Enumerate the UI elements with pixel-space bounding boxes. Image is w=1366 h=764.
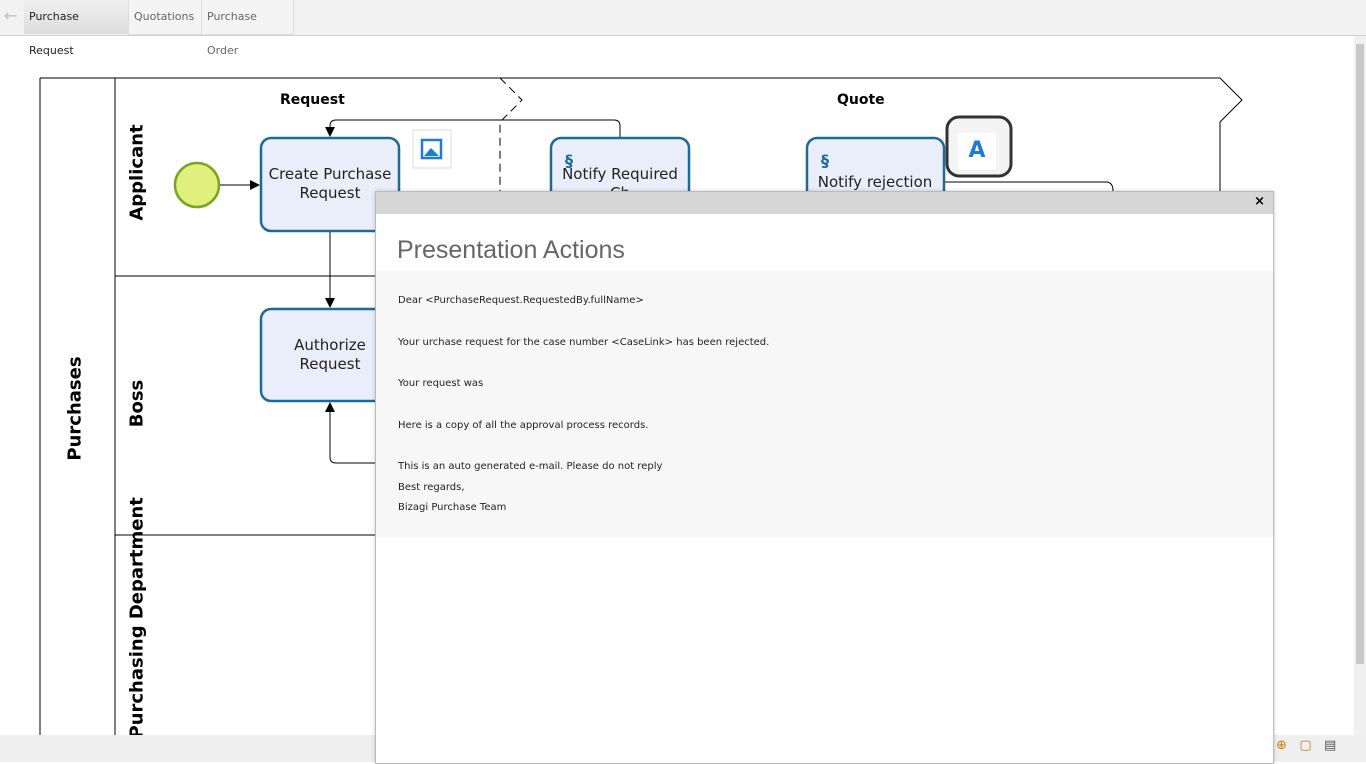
email-line: This is an auto generated e-mail. Please… — [398, 461, 663, 472]
zoom-in-icon[interactable]: ⊕ — [1276, 738, 1287, 753]
tab-purchase-order[interactable]: Purchase Order — [201, 0, 294, 57]
email-line: Your urchase request for the case number… — [398, 337, 770, 348]
lane-label-boss: Boss — [126, 379, 148, 428]
start-event — [173, 161, 221, 209]
arrow-left-icon[interactable]: ← — [4, 6, 17, 25]
tab-bar: ← Purchase Request Quotations Purchase O… — [0, 0, 1366, 57]
tab-quotations[interactable]: Quotations — [128, 0, 202, 35]
tab-purchase-request[interactable]: Purchase Request — [24, 0, 128, 57]
task-label[interactable]: Notify Required Ch — [555, 165, 685, 191]
email-line: Best regards, — [398, 482, 465, 493]
email-line: Bizagi Purchase Team — [398, 502, 507, 513]
email-line: Dear <PurchaseRequest.RequestedBy.fullNa… — [398, 295, 644, 306]
lane-label-purchasing: Purchasing Department — [126, 497, 148, 739]
phase-quote: Quote — [837, 92, 885, 108]
script-icon: § — [821, 151, 829, 170]
zoom-fit-icon[interactable]: ▢ — [1299, 738, 1311, 753]
task-label[interactable]: Notify rejection — [810, 173, 940, 192]
dialog-header: × — [376, 192, 1273, 214]
close-icon[interactable]: × — [1254, 194, 1265, 209]
presentation-actions-dialog: × Presentation Actions Dear <PurchaseReq… — [375, 191, 1274, 764]
email-body: Dear <PurchaseRequest.RequestedBy.fullNa… — [376, 271, 1273, 537]
dialog-title: Presentation Actions — [397, 236, 625, 264]
email-line: Here is a copy of all the approval proce… — [398, 420, 649, 431]
email-line: Your request was — [398, 378, 484, 389]
vertical-scrollbar[interactable] — [1354, 36, 1366, 735]
phase-request: Request — [280, 92, 345, 108]
pool-label: Purchases — [64, 356, 86, 461]
lane-label-applicant: Applicant — [126, 124, 148, 221]
badge-letter[interactable]: A — [958, 133, 996, 169]
presentation-icon[interactable]: ▤ — [1324, 738, 1336, 753]
